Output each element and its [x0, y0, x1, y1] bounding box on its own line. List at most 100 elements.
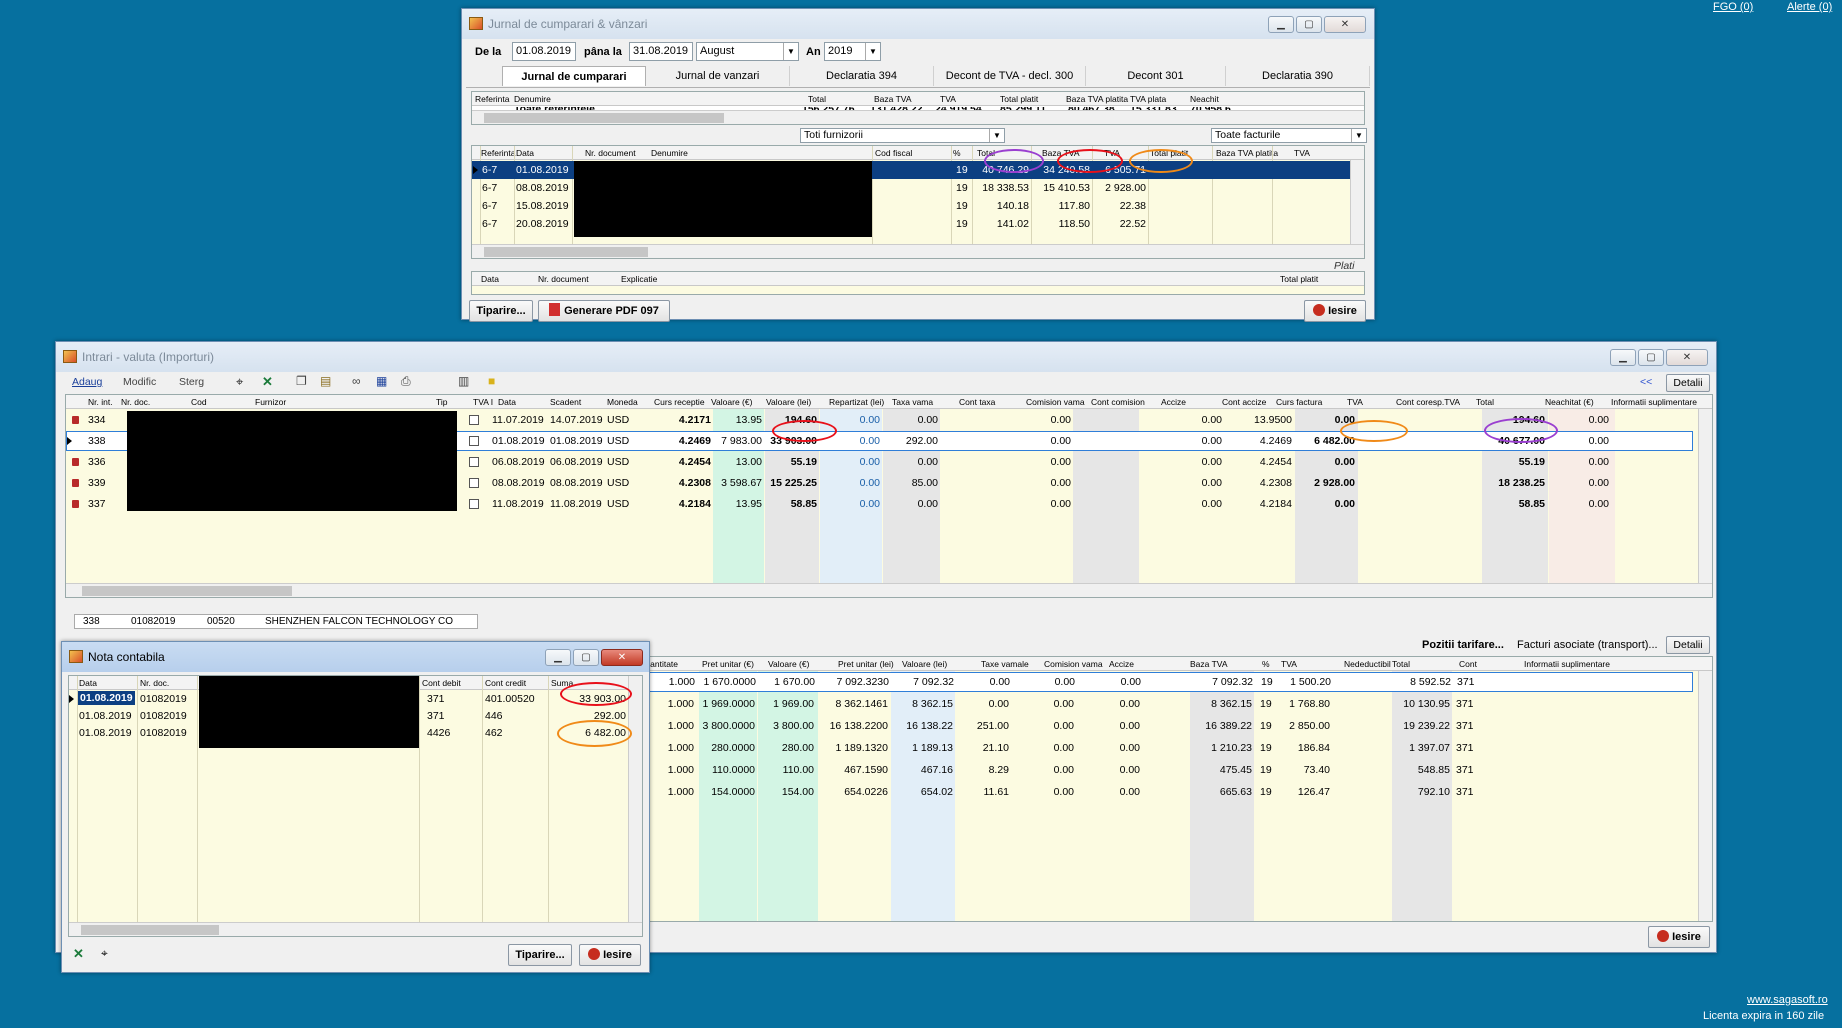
minimize-button[interactable]: ▁: [1268, 16, 1294, 33]
nota-grid: Data Nr. doc. Cont debit Cont credit Suma 01…: [68, 675, 643, 937]
nota-titlebar[interactable]: Nota contabila ▁ ▢ ✕: [62, 642, 649, 672]
detail-cell: 8 592.52: [1410, 676, 1451, 688]
close-button[interactable]: ✕: [1666, 349, 1708, 366]
detail-cell: 0.00: [1120, 676, 1141, 688]
detail-cell: 1 670.0000: [703, 676, 756, 688]
generare-pdf-button[interactable]: Generare PDF 097: [538, 300, 670, 322]
detail-cell: 21.10: [982, 742, 1009, 754]
scroll-thumb[interactable]: [484, 113, 724, 123]
scroll-thumb[interactable]: [81, 925, 219, 935]
pana-input[interactable]: 31.08.2019: [629, 42, 693, 61]
binoculars-icon[interactable]: ⌖: [236, 374, 243, 390]
collapse-button[interactable]: <<: [1640, 376, 1652, 388]
detail-cell: 3 800.00: [773, 720, 814, 732]
adaug-button[interactable]: Adaug: [72, 376, 102, 388]
tva-checkbox[interactable]: [469, 457, 479, 467]
detail-cell: 1.000: [667, 698, 694, 710]
nota-hscroll[interactable]: [69, 922, 642, 936]
detail-cell: 0.00: [1053, 698, 1074, 710]
tva-checkbox[interactable]: [469, 415, 479, 425]
tva-checkbox[interactable]: [469, 478, 479, 488]
tab-declaratia-390[interactable]: Declaratia 390: [1226, 66, 1370, 86]
link-icon[interactable]: ∞: [352, 374, 361, 388]
detail-cell: 251.00: [976, 720, 1009, 732]
month-value: August: [700, 45, 735, 57]
modific-button[interactable]: Modific: [123, 376, 156, 388]
sagasoft-link[interactable]: www.sagasoft.ro: [1747, 994, 1828, 1006]
an-select[interactable]: 2019 ▼: [824, 42, 881, 61]
detail-cell: 371: [1456, 764, 1474, 776]
intrari-vscroll[interactable]: [1698, 409, 1712, 583]
col-data: Data: [481, 274, 499, 284]
col-data: Data: [516, 148, 534, 158]
summary-scrollbar[interactable]: [472, 110, 1364, 124]
detail-cell: 548.85: [1417, 764, 1450, 776]
intrari-hscroll[interactable]: [66, 583, 1712, 597]
furnizori-filter[interactable]: Toti furnizorii ▼: [800, 128, 1005, 143]
tab-jurnal-cumparari[interactable]: Jurnal de cumparari: [502, 66, 646, 86]
detail-cell: 8 362.15: [1211, 698, 1252, 710]
tiparire-button[interactable]: Tiparire...: [508, 944, 572, 966]
detail-cell: 0.00: [1054, 676, 1075, 688]
folder-icon[interactable]: ■: [488, 374, 495, 388]
tab-declaratia-394[interactable]: Declaratia 394: [790, 66, 934, 86]
sterg-button[interactable]: Sterg: [179, 376, 204, 388]
close-button[interactable]: ✕: [1324, 16, 1366, 33]
tab-decont-tva-300[interactable]: Decont de TVA - decl. 300: [934, 66, 1086, 86]
month-select[interactable]: August ▼: [696, 42, 799, 61]
detail-cell: 3 800.0000: [702, 720, 755, 732]
de-la-input[interactable]: 01.08.2019: [512, 42, 576, 61]
detail-cell: 0.00: [1119, 720, 1140, 732]
minimize-button[interactable]: ▁: [545, 649, 571, 666]
tiparire-button[interactable]: Tiparire...: [469, 300, 533, 322]
jurnal-vscroll[interactable]: [1350, 160, 1364, 244]
copy-icon[interactable]: ❐: [296, 374, 307, 388]
tva-checkbox[interactable]: [469, 436, 479, 446]
excel-icon[interactable]: ✕: [262, 374, 273, 390]
col-denumire: Denumire: [651, 148, 688, 158]
tab-jurnal-vanzari[interactable]: Jurnal de vanzari: [646, 66, 790, 86]
tva-checkbox[interactable]: [469, 499, 479, 509]
intrari-title: Intrari - valuta (Importuri): [82, 350, 215, 364]
fgo-link[interactable]: FGO (0): [1713, 1, 1753, 13]
paste-icon[interactable]: ▤: [320, 374, 331, 388]
facturi-asociate-link[interactable]: Facturi asociate (transport)...: [1517, 639, 1658, 651]
jurnal-hscroll[interactable]: [472, 244, 1364, 258]
detail-cell: 7 092.32: [913, 676, 954, 688]
detail-cell: 371: [1456, 786, 1474, 798]
iesire-button[interactable]: Iesire: [1648, 926, 1710, 948]
intrari-titlebar[interactable]: Intrari - valuta (Importuri) ▁ ▢ ✕: [56, 342, 1716, 372]
jurnal-titlebar[interactable]: Jurnal de cumparari & vânzari ▁ ▢ ✕: [462, 9, 1374, 39]
scroll-thumb[interactable]: [82, 586, 292, 596]
minimize-button[interactable]: ▁: [1610, 349, 1636, 366]
pozitii-tarifare-link[interactable]: Pozitii tarifare...: [1422, 639, 1504, 651]
detalii-button[interactable]: Detalii: [1666, 374, 1710, 392]
highlight-circle: [1484, 418, 1558, 443]
detail-cell: 475.45: [1219, 764, 1252, 776]
maximize-button[interactable]: ▢: [573, 649, 599, 666]
close-button[interactable]: ✕: [601, 649, 643, 666]
maximize-button[interactable]: ▢: [1638, 349, 1664, 366]
calculator-icon[interactable]: ▦: [376, 374, 387, 388]
maximize-button[interactable]: ▢: [1296, 16, 1322, 33]
facturi-filter[interactable]: Toate facturile ▼: [1211, 128, 1367, 143]
col-explicatie: Explicatie: [621, 274, 658, 284]
scroll-thumb[interactable]: [484, 247, 648, 257]
iesire-button[interactable]: Iesire: [1304, 300, 1366, 322]
jurnal-title: Jurnal de cumparari & vânzari: [488, 17, 648, 31]
detail-vscroll[interactable]: [1698, 671, 1712, 921]
detail-cell: 1 189.1320: [835, 742, 888, 754]
nota-vscroll[interactable]: [628, 676, 642, 922]
detalii-button-2[interactable]: Detalii: [1666, 636, 1710, 654]
tab-decont-301[interactable]: Decont 301: [1086, 66, 1226, 86]
printer-icon[interactable]: ⎙: [401, 374, 411, 389]
binoculars-icon[interactable]: ⌖: [101, 946, 108, 961]
jurnal-tabs: Jurnal de cumparari Jurnal de vanzari De…: [466, 66, 1370, 88]
row-pointer-icon: [69, 695, 74, 703]
document-icon[interactable]: ▥: [458, 374, 469, 388]
detail-cell: 0.00: [989, 676, 1010, 688]
iesire-button[interactable]: Iesire: [579, 944, 641, 966]
excel-icon[interactable]: ✕: [73, 946, 84, 962]
alerte-link[interactable]: Alerte (0): [1787, 1, 1832, 13]
pdf-icon: [549, 303, 561, 316]
